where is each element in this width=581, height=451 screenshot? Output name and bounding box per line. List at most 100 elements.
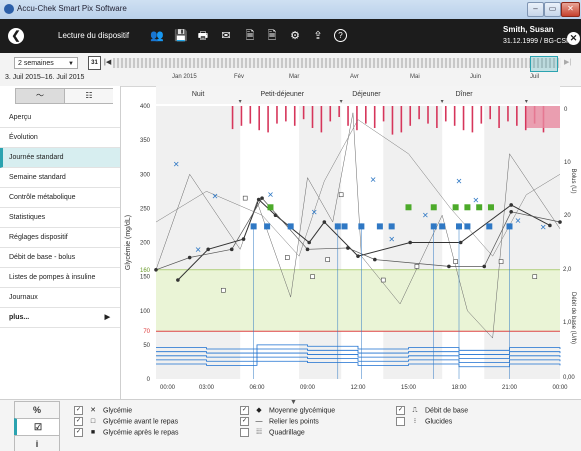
legend-symbol-icon: ◆ — [256, 407, 262, 414]
sidebar-item-label: Journaux — [9, 294, 38, 301]
glucose-x-marker: ✕ — [173, 160, 180, 169]
legend-symbol-icon: ■ — [90, 429, 96, 436]
bolus-bar — [356, 106, 358, 131]
sidebar-item[interactable]: Listes de pompes à insuline — [0, 268, 120, 288]
legend-label: Glycémie après le repas — [103, 429, 179, 437]
title-bar: Accu-Chek Smart Pix Software – ▭ ✕ — [0, 0, 581, 20]
bolus-bar — [267, 106, 269, 133]
pre-meal-marker — [285, 255, 290, 260]
bolus-bar — [507, 106, 509, 122]
minimize-button[interactable]: – — [527, 2, 544, 17]
report-menu: Aperçu Évolution Journée standard Semaine s… — [0, 108, 120, 328]
timeline-selection-handle[interactable] — [530, 56, 558, 72]
sidebar-item-label: Statistiques — [9, 214, 46, 221]
sidebar-item-label: Contrôle métabolique — [9, 194, 76, 201]
legend-item: ✓ □ Glycémie avant le repas — [74, 416, 178, 427]
month-label: Jan 2015 — [172, 74, 197, 80]
x-tick-label: 21:00 — [502, 385, 518, 391]
sidebar-item[interactable]: Journée standard — [0, 148, 120, 168]
pre-meal-marker — [453, 259, 458, 264]
bolus-bar — [347, 106, 349, 126]
mail-icon[interactable]: ✉ — [219, 29, 233, 43]
chevron-down-icon: ▼ — [68, 61, 74, 67]
period-divider-icon: ▾ — [340, 99, 343, 105]
timeline-start-icon[interactable]: |◀ — [104, 58, 111, 66]
legend-symbol-icon: □ — [90, 418, 96, 425]
sidebar-item[interactable]: Semaine standard — [0, 168, 120, 188]
legend-column-1: ✓ ✕ Glycémie ✓ □ Glycémie avant le repas ✓ ■ Gly… — [74, 405, 178, 438]
mean-glucose-point — [229, 247, 234, 252]
pdf-export-icon[interactable]: 🗎 — [265, 29, 279, 43]
help-icon[interactable]: ? — [334, 29, 347, 42]
collapse-arrow-icon[interactable]: ▼ — [290, 399, 297, 406]
pdf-icon[interactable]: 🗎 — [243, 29, 257, 43]
sidebar-item-label: Débit de base - bolus — [9, 254, 76, 261]
device-marker-icon — [486, 223, 493, 230]
legend-checkbox[interactable] — [396, 417, 405, 426]
legend-symbol-icon: — — [255, 418, 263, 425]
mean-glucose-point — [482, 264, 487, 269]
sidebar-item[interactable]: Journaux — [0, 288, 120, 308]
legend-checkbox[interactable]: ✓ — [74, 428, 83, 437]
legend-symbol-icon: ⎍ — [412, 407, 418, 414]
mean-glucose-point — [447, 264, 451, 269]
close-window-button[interactable]: ✕ — [561, 2, 580, 17]
sidebar-item[interactable]: Réglages dispositif — [0, 228, 120, 248]
table-view-tab[interactable]: ☷ — [64, 89, 113, 103]
settings-icon[interactable]: ⚙ — [288, 29, 302, 43]
month-label: Mar — [289, 74, 300, 80]
legend-item: ⁝ Glucides — [396, 416, 468, 427]
users-icon[interactable]: 👥 — [150, 29, 164, 43]
x-tick-label: 06:00 — [249, 385, 265, 391]
meal-marker-icon — [476, 204, 483, 211]
tab-statistics[interactable]: % — [14, 401, 60, 418]
maximize-button[interactable]: ▭ — [544, 2, 561, 17]
legend-checkbox[interactable]: ✓ — [74, 406, 83, 415]
bolus-tick-label: 20 — [564, 213, 571, 219]
save-icon[interactable]: 💾 — [174, 29, 188, 43]
mean-glucose-point — [256, 197, 261, 202]
print-icon[interactable]: 🖶 — [196, 29, 210, 43]
x-tick-label: 09:00 — [300, 385, 316, 391]
back-arrow-icon[interactable]: ❮ — [8, 28, 24, 44]
sidebar-item[interactable]: Évolution — [0, 128, 120, 148]
device-marker-icon — [264, 223, 271, 230]
y-tick-label: 250 — [140, 206, 151, 212]
legend-checkbox[interactable] — [240, 428, 249, 437]
bolus-bar — [498, 106, 500, 128]
bolus-bar — [400, 106, 403, 133]
sidebar-item[interactable]: Contrôle métabolique — [0, 188, 120, 208]
sidebar-item-label: Journée standard — [9, 154, 64, 161]
timeline-slider[interactable] — [113, 58, 561, 68]
legend-item: ✓ ⎍ Débit de base — [396, 405, 468, 416]
y-axis-label: Glycémie (mg/dL) — [125, 215, 132, 270]
legend-item: ✓ ◆ Moyenne glycémique — [240, 405, 335, 416]
device-icon[interactable]: ⇪ — [311, 29, 325, 43]
legend-checkbox[interactable]: ✓ — [240, 406, 249, 415]
tab-legend[interactable]: ☑ — [14, 418, 60, 435]
glucose-x-marker: ✕ — [456, 177, 463, 186]
legend-panel: % ☑ i ✓ ✕ Glycémie ✓ □ Glycémie avant le repa… — [0, 399, 581, 451]
legend-checkbox[interactable]: ✓ — [74, 417, 83, 426]
calendar-icon[interactable]: 31 — [88, 56, 101, 70]
sidebar-item[interactable]: Débit de base - bolus — [0, 248, 120, 268]
device-marker-icon — [341, 223, 348, 230]
x-tick-label: 12:00 — [350, 385, 366, 391]
sidebar-item[interactable]: Statistiques — [0, 208, 120, 228]
y-tick-label: 50 — [143, 343, 150, 349]
close-patient-icon[interactable]: ✕ — [567, 32, 580, 45]
sidebar-item-label: plus... — [9, 314, 30, 321]
legend-label: Moyenne glycémique — [269, 407, 336, 415]
mean-glucose-point — [322, 220, 327, 224]
bolus-bar — [382, 106, 385, 122]
legend-checkbox[interactable]: ✓ — [240, 417, 249, 426]
legend-checkbox[interactable]: ✓ — [396, 406, 405, 415]
sidebar-item[interactable]: plus... ▶ — [0, 308, 120, 328]
tab-info[interactable]: i — [14, 435, 60, 451]
period-select[interactable]: 2 semaines ▼ — [14, 57, 78, 69]
sidebar-item[interactable]: Aperçu — [0, 108, 120, 128]
graph-view-tab[interactable]: 〜 — [16, 89, 64, 103]
period-divider-icon: ▾ — [239, 99, 242, 105]
timeline-end-icon[interactable]: ▶| — [564, 58, 571, 66]
legend-label: Quadrillage — [269, 429, 305, 437]
